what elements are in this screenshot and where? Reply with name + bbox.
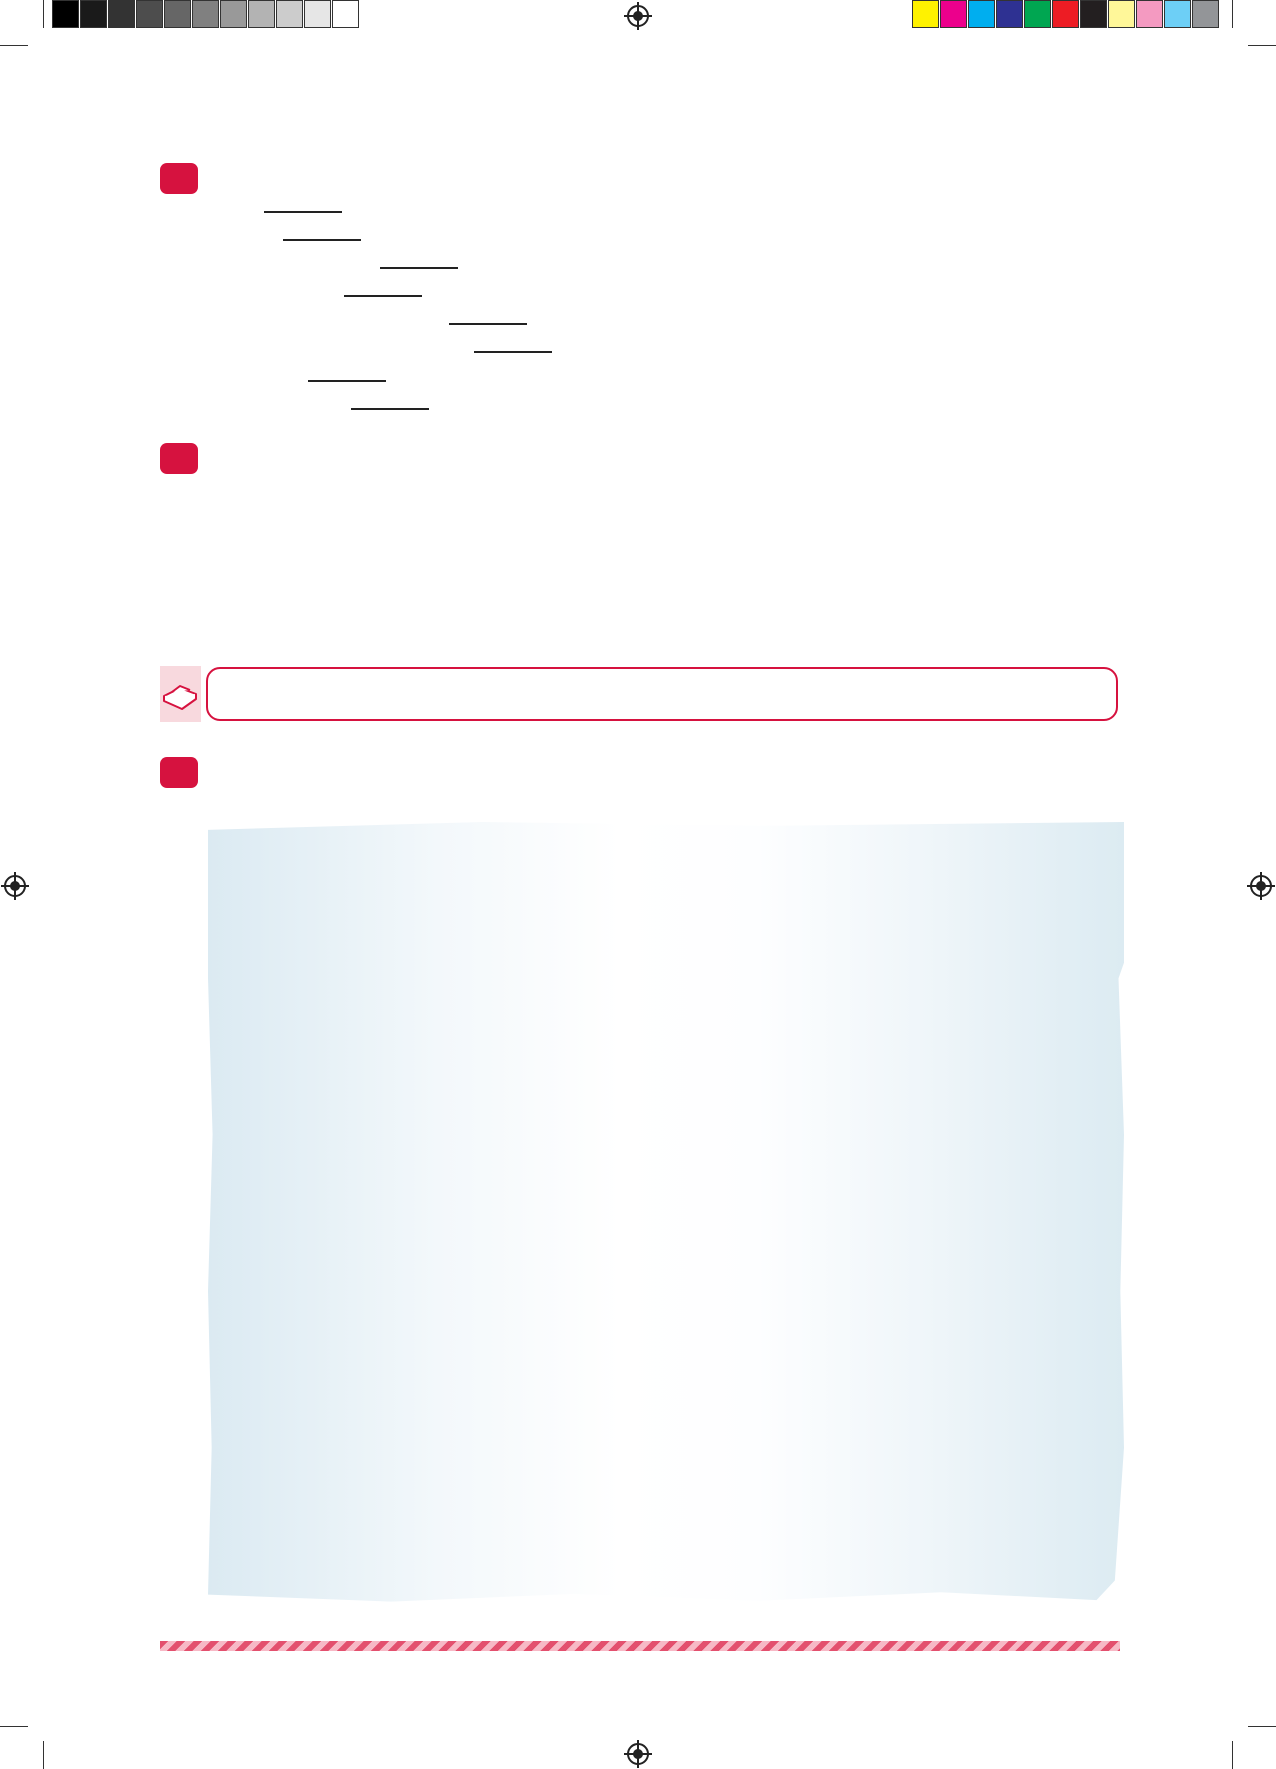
color-swatch	[248, 0, 275, 28]
note-icon-box	[160, 666, 201, 722]
crop-mark	[1232, 0, 1233, 28]
crop-mark	[43, 0, 44, 28]
answer-blank[interactable]	[264, 211, 342, 213]
note-box	[206, 667, 1118, 721]
crop-mark	[1248, 1726, 1276, 1727]
registration-mark-icon	[624, 1740, 652, 1768]
color-swatch	[304, 0, 331, 28]
answer-blank[interactable]	[351, 408, 429, 410]
color-swatch	[1080, 0, 1107, 28]
color-swatch	[1192, 0, 1219, 28]
registration-mark-icon	[1, 872, 29, 900]
color-swatch	[80, 0, 107, 28]
color-swatch	[912, 0, 939, 28]
exercise-badge-2	[160, 443, 198, 474]
answer-blank[interactable]	[449, 323, 527, 325]
footer-zigzag-stripe	[160, 1641, 1120, 1651]
color-swatch	[968, 0, 995, 28]
registration-mark-icon	[624, 2, 652, 30]
color-swatch	[1136, 0, 1163, 28]
crop-mark	[0, 45, 28, 46]
answer-blank[interactable]	[380, 267, 458, 269]
crop-mark	[43, 1741, 44, 1769]
crop-mark	[1248, 45, 1276, 46]
torn-paper-writing-area[interactable]	[208, 822, 1124, 1602]
color-swatch	[276, 0, 303, 28]
color-swatch	[332, 0, 359, 28]
answer-blank[interactable]	[308, 380, 386, 382]
color-swatch	[1052, 0, 1079, 28]
color-swatch	[52, 0, 79, 28]
color-swatch	[136, 0, 163, 28]
answer-blank[interactable]	[344, 295, 422, 297]
color-swatch	[220, 0, 247, 28]
answer-blank[interactable]	[283, 239, 361, 241]
color-swatch	[164, 0, 191, 28]
exercise-badge-3	[160, 757, 198, 788]
exercise-badge-1	[160, 163, 198, 194]
color-swatch	[1164, 0, 1191, 28]
color-swatch	[192, 0, 219, 28]
crop-mark	[1232, 1741, 1233, 1769]
answer-blank[interactable]	[474, 351, 552, 353]
crop-mark	[0, 1726, 28, 1727]
color-swatch	[108, 0, 135, 28]
color-swatch	[940, 0, 967, 28]
open-book-icon	[163, 685, 197, 710]
color-swatch	[1108, 0, 1135, 28]
registration-mark-icon	[1247, 872, 1275, 900]
color-swatch	[1024, 0, 1051, 28]
color-swatch	[996, 0, 1023, 28]
